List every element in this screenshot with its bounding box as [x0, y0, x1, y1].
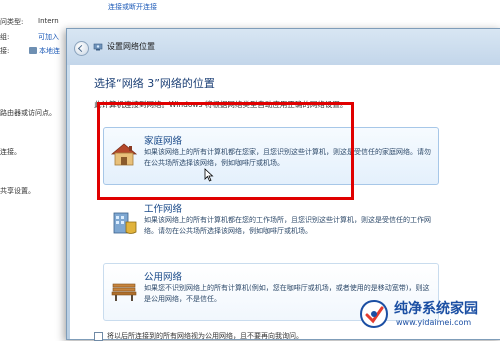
homegroup-label: 组:: [0, 33, 10, 41]
park-bench-icon: [111, 283, 137, 301]
treat-all-public-checkbox[interactable]: [94, 331, 103, 341]
network-location-icon: [93, 43, 103, 51]
watermark-url: www.yidaimei.com: [396, 318, 472, 327]
access-type-label: 问类型:: [0, 18, 24, 26]
network-adapter-icon: [29, 47, 37, 54]
connection-text: 连接。: [0, 148, 21, 156]
dialog-titlebar: 设置网络位置: [67, 29, 500, 65]
work-network-description: 如果该网络上的所有计算机都在您的工作场所，且您识别这些计算机，则这是受信任的工作…: [144, 216, 431, 235]
connect-disconnect-link[interactable]: 连接或断开连接: [108, 2, 157, 12]
work-network-option[interactable]: 工作网络 如果该网络上的所有计算机都在您的工作场所，且您识别这些计算机，则这是受…: [103, 195, 439, 253]
router-text: 路由器或访问点。: [0, 109, 56, 117]
homegroup-join-link[interactable]: 可加入: [38, 32, 59, 42]
watermark-title: 纯净系统家园: [394, 301, 478, 317]
page-heading: 选择“网络 3”网络的位置: [94, 77, 215, 90]
local-connection-link[interactable]: 本地连: [39, 46, 60, 56]
treat-all-public-label: 将以后所连接到的所有网络视为公用网络，且不要再向我询问。: [107, 332, 303, 340]
mouse-cursor-icon: [204, 168, 214, 182]
dialog-title: 设置网络位置: [107, 42, 155, 51]
site-watermark: 纯净系统家园 www.yidaimei.com: [358, 296, 498, 336]
access-type-value: Intern: [38, 17, 59, 25]
connections-label: 接:: [0, 47, 10, 55]
office-building-icon: [113, 212, 137, 234]
back-button[interactable]: [74, 41, 89, 56]
highlight-frame: [97, 102, 354, 200]
sharing-settings-text: 共享设置。: [0, 187, 35, 195]
treat-all-public-row[interactable]: 将以后所连接到的所有网络视为公用网络，且不要再向我询问。: [94, 331, 303, 341]
work-network-title: 工作网络: [144, 204, 183, 215]
watermark-logo-icon: [359, 299, 389, 329]
public-network-title: 公用网络: [144, 272, 183, 283]
